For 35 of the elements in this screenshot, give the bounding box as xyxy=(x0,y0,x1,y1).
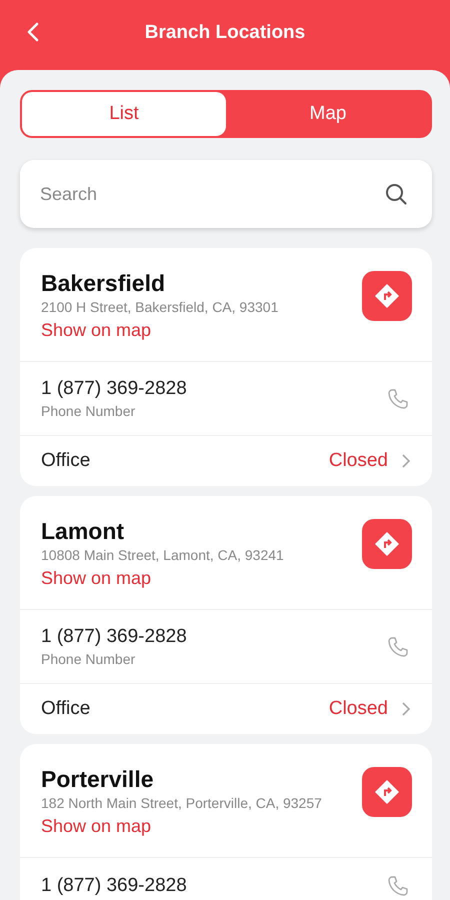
chevron-right-icon[interactable] xyxy=(402,454,410,468)
search-icon[interactable] xyxy=(384,182,408,206)
branch-name: Lamont xyxy=(41,518,126,545)
directions-button[interactable] xyxy=(362,271,412,321)
branch-address: 182 North Main Street, Porterville, CA, 93257 xyxy=(41,795,323,811)
phone-label: Phone Number xyxy=(41,651,136,667)
show-on-map-link[interactable]: Show on map xyxy=(41,568,152,589)
branch-name: Bakersfield xyxy=(41,270,166,297)
office-label: Office xyxy=(41,450,92,472)
phone-number: 1 (877) 369-2828 xyxy=(41,378,188,400)
phone-number: 1 (877) 369-2828 xyxy=(41,626,188,648)
phone-icon[interactable] xyxy=(386,634,410,658)
phone-icon[interactable] xyxy=(386,386,410,410)
branch-address: 2100 H Street, Bakersfield, CA, 93301 xyxy=(41,299,280,315)
screen-title: Branch Locations xyxy=(144,22,306,44)
directions-button[interactable] xyxy=(362,519,412,569)
directions-icon xyxy=(374,531,400,557)
office-label: Office xyxy=(41,698,92,720)
tab[interactable]: List xyxy=(22,92,226,136)
office-status: Closed xyxy=(328,450,388,472)
back-icon[interactable] xyxy=(27,22,39,42)
branch-name: Porterville xyxy=(41,766,154,793)
show-on-map-link[interactable]: Show on map xyxy=(41,320,152,341)
directions-button[interactable] xyxy=(362,767,412,817)
show-on-map-link[interactable]: Show on map xyxy=(41,816,152,837)
directions-icon xyxy=(374,779,400,805)
phone-number: 1 (877) 369-2828 xyxy=(41,875,188,897)
chevron-right-icon[interactable] xyxy=(402,702,410,716)
phone-label: Phone Number xyxy=(41,403,136,419)
search-field[interactable]: Search xyxy=(20,160,432,228)
office-status: Closed xyxy=(328,698,388,720)
directions-icon xyxy=(374,283,400,309)
phone-icon[interactable] xyxy=(386,874,410,898)
branch-address: 10808 Main Street, Lamont, CA, 93241 xyxy=(41,547,285,563)
tab[interactable]: Map xyxy=(226,92,430,136)
